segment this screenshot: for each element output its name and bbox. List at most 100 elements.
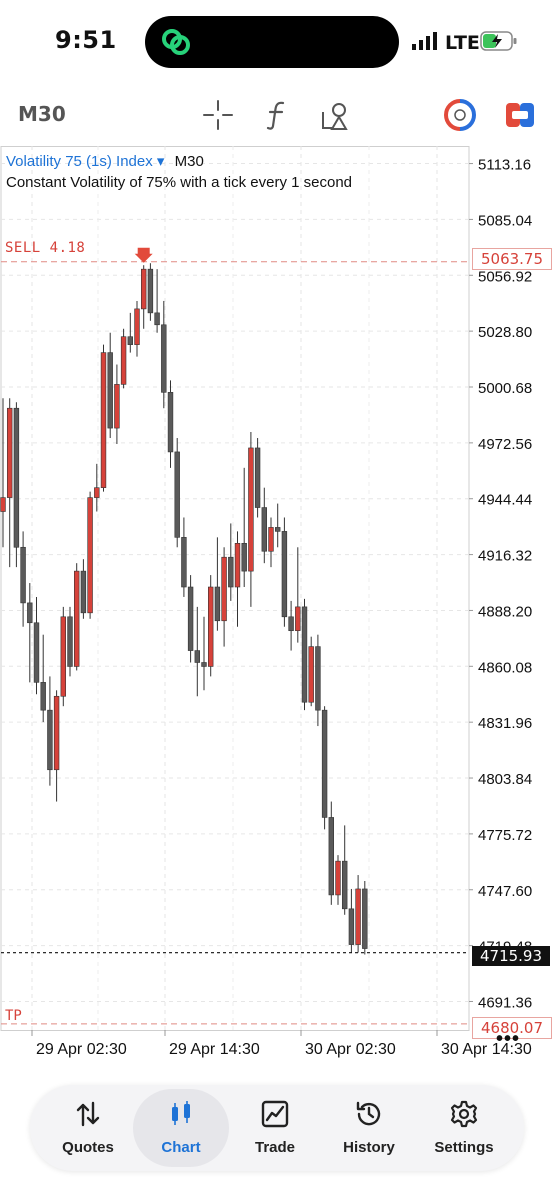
tab-trade[interactable]: Trade bbox=[227, 1089, 323, 1167]
status-bar: 9:51 LTE bbox=[0, 0, 554, 80]
candle-body bbox=[362, 888, 368, 949]
tab-quotes[interactable]: Quotes bbox=[40, 1089, 136, 1167]
price-axis-label: 4916.32 bbox=[478, 548, 532, 565]
candle-body bbox=[53, 695, 60, 771]
candle-body bbox=[214, 586, 221, 622]
more-icon[interactable]: ••• bbox=[496, 1028, 520, 1051]
candle-body bbox=[341, 860, 348, 910]
candle-body bbox=[154, 312, 160, 326]
tab-label: Settings bbox=[434, 1139, 494, 1156]
candle-body bbox=[328, 817, 334, 896]
price-chart[interactable]: 5113.16 5085.04 5056.92 5028.80 5000.68 4972.… bbox=[0, 146, 554, 1090]
price-axis-label: 4747.60 bbox=[478, 883, 532, 900]
price-axis-label: 4972.56 bbox=[478, 436, 532, 453]
dynamic-island bbox=[145, 16, 399, 68]
candle-body bbox=[47, 709, 53, 771]
price-axis-label: 4775.72 bbox=[478, 827, 532, 844]
candle-body bbox=[6, 407, 13, 498]
sell-position-label[interactable]: SELL 4.18 bbox=[5, 240, 85, 256]
history-icon bbox=[356, 1101, 381, 1126]
candle-body bbox=[288, 616, 294, 632]
bottom-tab-bar: Quotes Chart Trade History Settings bbox=[30, 1085, 524, 1171]
candle-body bbox=[40, 682, 46, 711]
candle-body bbox=[301, 606, 308, 703]
candle-body bbox=[208, 586, 214, 667]
candle-body bbox=[261, 507, 267, 552]
candle-body bbox=[94, 487, 100, 498]
tab-label: History bbox=[343, 1139, 395, 1156]
candle-body bbox=[120, 336, 127, 385]
tab-settings[interactable]: Settings bbox=[416, 1089, 512, 1167]
candle-body bbox=[241, 543, 247, 572]
battery-charging-icon bbox=[480, 31, 517, 51]
chart-toolbar: M30 bbox=[0, 90, 554, 140]
candle-body bbox=[254, 447, 261, 508]
take-profit-label[interactable]: TP bbox=[5, 1008, 22, 1024]
tab-history[interactable]: History bbox=[321, 1089, 417, 1167]
candle-body bbox=[201, 662, 207, 667]
candle-body bbox=[187, 586, 194, 651]
price-axis-label: 4803.84 bbox=[478, 771, 532, 788]
tab-label: Quotes bbox=[62, 1139, 114, 1156]
candle-body bbox=[74, 570, 80, 667]
candle-body bbox=[181, 537, 187, 588]
tab-label: Chart bbox=[161, 1139, 201, 1156]
settings-icon bbox=[450, 1100, 478, 1128]
candle-body bbox=[127, 336, 134, 345]
candle-body bbox=[20, 546, 26, 604]
candle-body bbox=[147, 268, 154, 314]
symbol-description: Constant Volatility of 75% with a tick e… bbox=[6, 174, 353, 191]
candle-body bbox=[221, 556, 227, 622]
symbol-name[interactable]: Volatility 75 (1s) Index bbox=[6, 153, 153, 170]
candle-body bbox=[234, 543, 241, 588]
time-axis-label: 29 Apr 14:30 bbox=[169, 1041, 260, 1058]
candle-body bbox=[268, 527, 274, 552]
candle-body bbox=[60, 616, 67, 697]
indicator-f-icon[interactable] bbox=[261, 98, 295, 132]
candle-body bbox=[67, 616, 73, 667]
trade-circle-icon[interactable] bbox=[443, 98, 477, 132]
candle-body bbox=[281, 531, 288, 618]
price-axis-label: 5056.92 bbox=[478, 268, 532, 285]
candle-body bbox=[315, 646, 321, 711]
candle-body bbox=[114, 384, 120, 429]
candle-body bbox=[228, 556, 234, 588]
objects-icon[interactable] bbox=[319, 98, 353, 132]
time-axis-label: 30 Apr 02:30 bbox=[305, 1041, 396, 1058]
price-axis-label: 5028.80 bbox=[478, 324, 532, 341]
price-axis-label: 5113.16 bbox=[478, 157, 531, 174]
candle-body bbox=[33, 622, 40, 683]
current-price-tag: 4715.93 bbox=[472, 946, 550, 966]
time-axis-label: 29 Apr 02:30 bbox=[36, 1041, 127, 1058]
price-axis-label: 5000.68 bbox=[478, 380, 532, 397]
candle-body bbox=[174, 451, 180, 538]
candle-body bbox=[194, 650, 200, 663]
tab-label: Trade bbox=[254, 1139, 296, 1156]
tab-chart[interactable]: Chart bbox=[133, 1089, 229, 1167]
symbol-header[interactable]: Volatility 75 (1s) Index ▾ M30 bbox=[6, 152, 204, 170]
candle-body bbox=[141, 268, 147, 310]
timeframe-button[interactable]: M30 bbox=[18, 102, 66, 126]
chart-canvas[interactable]: 5113.16 5085.04 5056.92 5028.80 5000.68 4972.… bbox=[0, 146, 554, 1090]
candle-body bbox=[134, 308, 140, 345]
candle-body bbox=[100, 352, 107, 488]
chart-timeframe: M30 bbox=[174, 153, 204, 170]
price-axis-label: 5085.04 bbox=[478, 212, 532, 229]
candle-body bbox=[161, 324, 167, 393]
candle-body bbox=[248, 447, 254, 572]
candle-body bbox=[80, 570, 87, 614]
candle-body bbox=[167, 392, 174, 453]
quotes-icon bbox=[76, 1101, 100, 1127]
candle-body bbox=[0, 497, 6, 512]
candle-body bbox=[355, 888, 361, 945]
trade-icon bbox=[261, 1100, 289, 1128]
crosshair-icon[interactable] bbox=[201, 98, 235, 132]
candle-body bbox=[87, 497, 93, 614]
link-app-icon bbox=[162, 29, 190, 55]
symbol-dropdown-icon[interactable]: ▾ bbox=[157, 153, 165, 170]
sell-buy-icon[interactable] bbox=[503, 98, 537, 132]
price-axis-label: 4888.20 bbox=[478, 603, 532, 620]
candle-body bbox=[13, 407, 20, 548]
candle-body bbox=[335, 860, 341, 896]
candle-body bbox=[295, 606, 301, 632]
